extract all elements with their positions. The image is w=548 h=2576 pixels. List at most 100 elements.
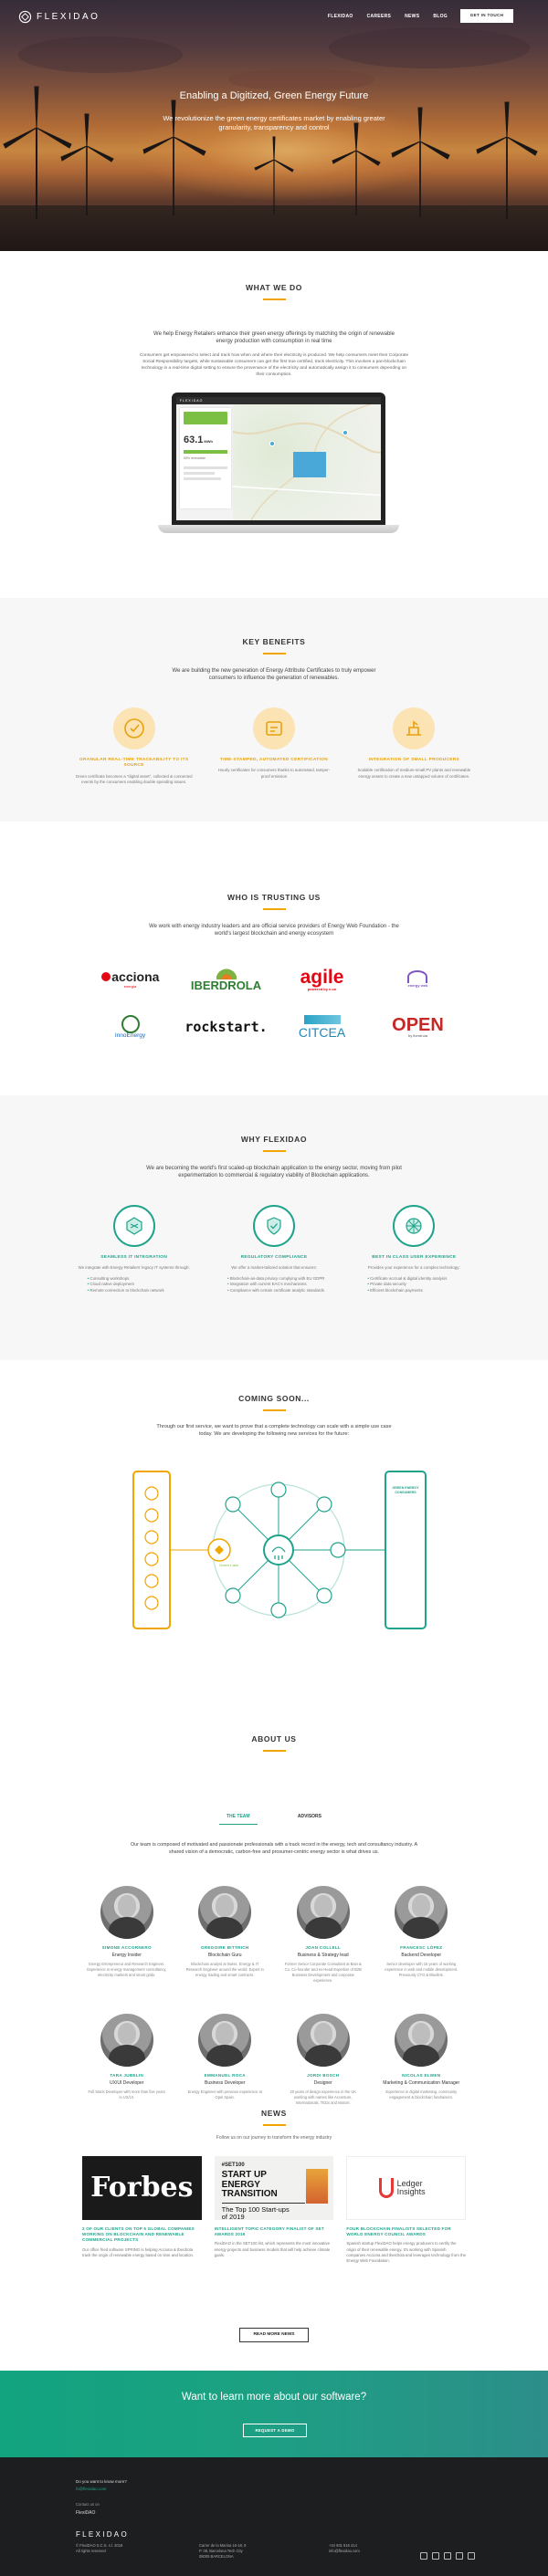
iberdrola-logo[interactable]: IBERDROLA: [191, 968, 261, 991]
why-bullets: Consulting workshops Cloud native deploy…: [75, 1276, 194, 1294]
twitter-icon[interactable]: [420, 2552, 427, 2560]
request-demo-button[interactable]: REQUEST A DEMO: [243, 2424, 307, 2437]
hero-subtitle: We revolutionize the green energy certif…: [163, 114, 385, 131]
section-lead: Follow us on our journey to transform th…: [216, 2134, 332, 2141]
benefit-text: Scalable certification of medium-small P…: [357, 768, 471, 779]
news-section: NEWS Follow us on our journey to transfo…: [0, 2109, 548, 2141]
benefit-item: GRANULAR REAL-TIME TRACEABILITY TO ITS S…: [75, 707, 194, 786]
member-description: 20 years of design experience in the UK …: [290, 2089, 357, 2105]
section-underline: [262, 653, 286, 654]
read-more-news-button[interactable]: READ MORE NEWS: [239, 2328, 309, 2342]
why-item: REGULATORY COMPLIANCE We offer a market-…: [215, 1205, 333, 1294]
citcea-logo[interactable]: CITCEA: [299, 1015, 345, 1039]
member-description: Energy Engineer with previous experience…: [187, 2089, 262, 2100]
ledger-insights-thumbnail[interactable]: Ledger Insights: [346, 2156, 466, 2220]
page: FLEXIDAO FLEXIDAO CAREERS NEWS BLOG GET …: [0, 0, 548, 2576]
telegram-icon[interactable]: [468, 2552, 475, 2560]
section-lead: We work with energy industry leaders and…: [149, 923, 399, 937]
member-role: Designer: [313, 2080, 332, 2087]
compliance-icon: [252, 1205, 295, 1247]
avatar: [198, 2014, 252, 2067]
footer: Do you want to know more? hi@flexidao.co…: [0, 2457, 548, 2576]
why-text: We integrate with Energy Retailers' lega…: [78, 1265, 190, 1271]
section-lead: Through our first service, we want to pr…: [156, 1423, 392, 1437]
map-pin-icon[interactable]: [269, 441, 275, 446]
about-section: ABOUT US: [0, 1734, 548, 1752]
nav-item-careers[interactable]: CAREERS: [367, 14, 392, 20]
why-section: WHY FLEXIDAO We are becoming the world's…: [0, 1135, 548, 1180]
member-role: Marketing & Communication Manager: [383, 2080, 460, 2087]
rockstart-logo[interactable]: rockstart.: [184, 1020, 267, 1034]
medium-icon[interactable]: [444, 2552, 451, 2560]
open-iberdrola-logo[interactable]: OPEN by iberdrola: [392, 1016, 444, 1038]
news-headline[interactable]: INTELLIGENT TOPIC CATEGORY FINALIST OF S…: [215, 2226, 334, 2237]
benefit-text: Hourly certificates for consumers thanks…: [217, 768, 331, 779]
section-body: Consumers get empowered to select and tr…: [139, 352, 409, 377]
news-headline[interactable]: FOUR BLOCKCHAIN FINALISTS SELECTED FOR W…: [346, 2226, 466, 2237]
avatar: [395, 2014, 448, 2067]
brand-logo[interactable]: FLEXIDAO: [18, 10, 100, 24]
traceability-icon: [112, 707, 155, 749]
member-description: Senior developer with 15 years of workin…: [385, 1961, 458, 1977]
news-card[interactable]: Ledger Insights FOUR BLOCKCHAIN FINALIST…: [346, 2156, 466, 2264]
energy-value: 63.1MWh: [184, 435, 213, 445]
section-underline: [262, 1409, 286, 1411]
nav-item-blog[interactable]: BLOG: [433, 14, 448, 20]
member-name: FRANCESC LÓPEZ: [400, 1945, 443, 1950]
nav-item-flexidao[interactable]: FLEXIDAO: [328, 14, 353, 20]
member-role: Business & Strategy lead: [297, 1953, 349, 1959]
youtube-icon[interactable]: [456, 2552, 463, 2560]
avatar: [296, 2014, 350, 2067]
innoenergy-logo[interactable]: InnoEnergy: [115, 1015, 145, 1040]
section-lead: We are building the new generation of En…: [172, 667, 376, 682]
why-bullets: Certificate accrual & digital identity a…: [354, 1276, 473, 1294]
energy-web-logo[interactable]: energy web: [407, 970, 428, 989]
section-title: ABOUT US: [251, 1734, 297, 1744]
acciona-logo[interactable]: acciona energía: [100, 970, 159, 989]
section-title: WHY FLEXIDAO: [240, 1135, 308, 1144]
team-member: NICOLAS ELWEN Marketing & Communication M…: [382, 2014, 462, 2106]
what-we-do-section: WHAT WE DO We help Energy Retailers enha…: [0, 283, 548, 378]
section-title: KEY BENEFITS: [242, 637, 306, 646]
forbes-thumbnail[interactable]: Forbes: [82, 2156, 202, 2220]
member-description: Blockchain analyst at Swiss. Energy & IT…: [185, 1961, 264, 1977]
news-text: FlexiDAO in the SET100 list, which repre…: [214, 2241, 331, 2257]
news-card[interactable]: Forbes 2 OF OUR CLIENTS ON TOP 5 GLOBAL …: [82, 2156, 202, 2264]
team-member: JORDI BOSCH Designer 20 years of design ex…: [283, 2014, 364, 2106]
why-item: SEAMLESS IT INTEGRATION We integrate wit…: [75, 1205, 194, 1294]
agile-eon-logo[interactable]: agile powered by e.on: [300, 968, 344, 991]
app-stats-card: 63.1MWh 55% renewable: [180, 408, 231, 508]
why-list: SEAMLESS IT INTEGRATION We integrate wit…: [0, 1205, 548, 1294]
news-text: Our office fried software SPRING is help…: [82, 2246, 195, 2257]
tab-the-team[interactable]: THE TEAM: [219, 1814, 258, 1825]
consumers-label: GREEN ENERGY CONSUMERS: [392, 1486, 419, 1494]
section-underline: [262, 908, 286, 910]
member-description: Experience in digital marketing, communi…: [385, 2089, 458, 2100]
coming-soon-section: COMING SOON... Through our first service…: [0, 1394, 548, 1439]
section-underline: [262, 2124, 286, 2126]
footer-email-link[interactable]: hi@flexidao.com: [76, 2487, 106, 2492]
nav-item-news[interactable]: NEWS: [405, 14, 419, 20]
hero-title: Enabling a Digitized, Green Energy Futur…: [179, 90, 369, 101]
section-title: WHO IS TRUSTING US: [227, 893, 321, 902]
renewable-percent: 55% renewable: [184, 456, 206, 460]
benefit-item: TIME-STAMPED, AUTOMATED CERTIFICATION Ho…: [215, 707, 333, 786]
why-title: BEST IN CLASS USER EXPERIENCE: [372, 1255, 457, 1260]
member-role: Blockchain Guru: [207, 1953, 242, 1959]
small-producers-icon: [393, 707, 436, 749]
linkedin-icon[interactable]: [432, 2552, 439, 2560]
section-underline: [262, 1750, 286, 1752]
news-card[interactable]: #SET100 START UP ENERGY TRANSITION The T…: [214, 2156, 334, 2264]
footer-question: Do you want to know more?: [76, 2479, 127, 2484]
services-diagram: Green Labs GREEN ENERGY CONSUMERS: [128, 1468, 429, 1632]
avatar: [198, 1886, 252, 1939]
map-pin-icon[interactable]: [342, 430, 348, 435]
member-name: JOAN COLLELL: [305, 1945, 342, 1950]
tab-advisors[interactable]: ADVISORS: [290, 1814, 329, 1825]
member-role: Energy Insider: [111, 1953, 142, 1959]
footer-logo[interactable]: FLEXIDAO: [76, 2530, 129, 2540]
member-name: TARA JUBELIN: [110, 2073, 144, 2078]
get-in-touch-button[interactable]: GET IN TOUCH: [460, 9, 513, 23]
set100-thumbnail[interactable]: #SET100 START UP ENERGY TRANSITION The T…: [214, 2156, 334, 2220]
news-headline[interactable]: 2 OF OUR CLIENTS ON TOP 5 GLOBAL COMPANI…: [82, 2226, 202, 2244]
